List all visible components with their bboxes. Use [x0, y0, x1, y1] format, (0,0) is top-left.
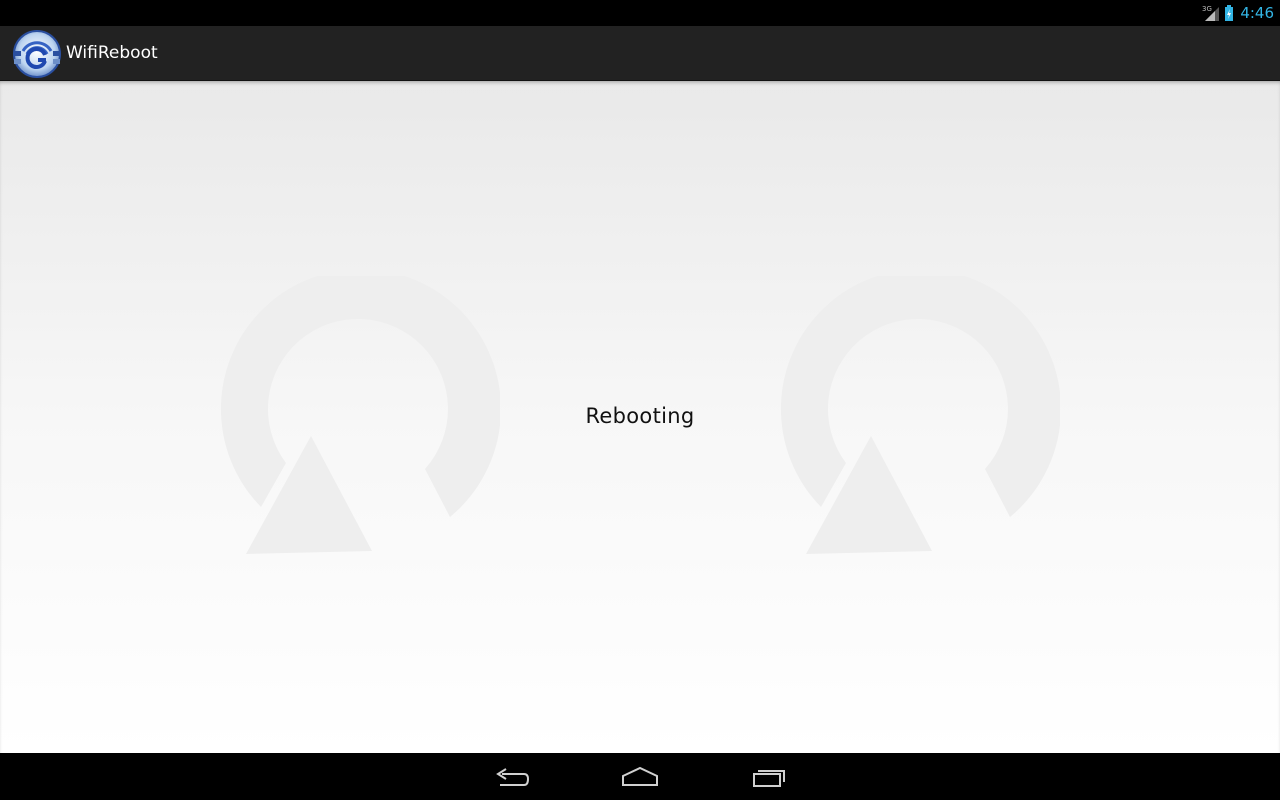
main-content: Rebooting — [0, 81, 1280, 753]
recent-apps-button[interactable] — [728, 753, 808, 800]
home-icon — [622, 766, 658, 786]
recent-apps-icon — [753, 769, 785, 787]
battery-charging-icon — [1225, 5, 1234, 21]
status-icons: 3G 4:46 — [1202, 0, 1274, 26]
home-button[interactable] — [600, 753, 680, 800]
back-icon — [496, 767, 530, 786]
app-title: WifiReboot — [66, 43, 158, 63]
network-type-label: 3G — [1202, 5, 1212, 13]
status-message: Rebooting — [585, 404, 695, 428]
navigation-bar — [0, 753, 1280, 800]
back-button[interactable] — [472, 753, 552, 800]
action-bar: WifiReboot — [0, 26, 1280, 81]
cell-signal-icon: 3G — [1202, 5, 1220, 21]
status-bar: 3G 4:46 — [0, 0, 1280, 26]
wifi-reboot-logo-icon[interactable] — [12, 29, 62, 79]
status-time: 4:46 — [1240, 4, 1274, 22]
